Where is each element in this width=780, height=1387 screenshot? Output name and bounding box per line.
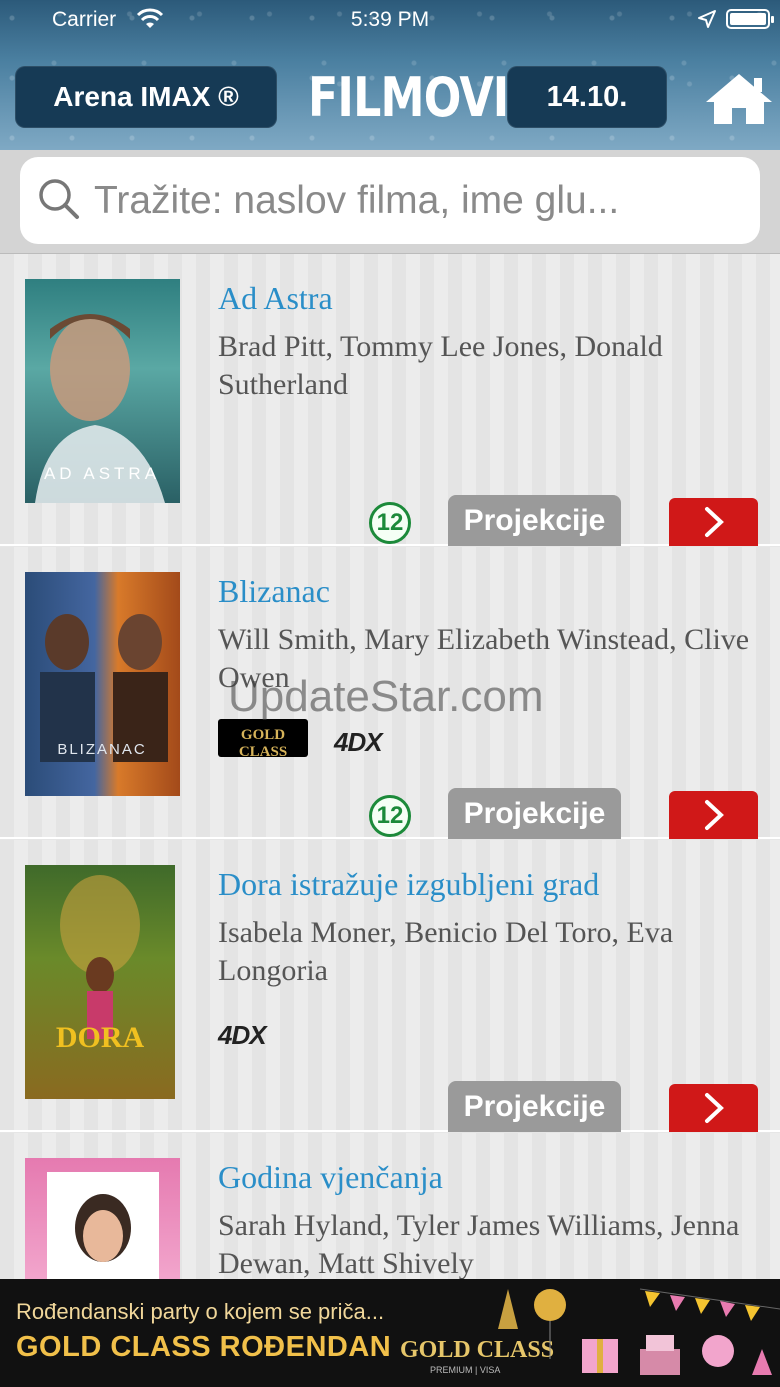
search-icon — [39, 179, 79, 219]
banner-tagline: Rođendanski party o kojem se priča... — [16, 1299, 385, 1324]
poster-title: AD ASTRA — [44, 464, 160, 483]
poster-title: BLIZANAC — [57, 741, 146, 758]
4dx-badge: 4DX — [334, 727, 383, 757]
movie-title[interactable]: Dora istražuje izgubljeni grad — [218, 866, 599, 903]
details-button[interactable] — [669, 791, 758, 839]
details-button[interactable] — [669, 498, 758, 546]
movie-title[interactable]: Blizanac — [218, 573, 330, 610]
goldclass-badge: GOLD CLASS — [218, 719, 308, 760]
projections-button[interactable]: Projekcije — [448, 1081, 621, 1132]
date-select-button[interactable]: 14.10. — [507, 66, 667, 128]
page-title: FILMOVI — [308, 66, 509, 129]
movie-cast: Sarah Hyland, Tyler James Williams, Jenn… — [218, 1209, 740, 1280]
movie-item[interactable]: DORA Dora istražuje izgubljeni grad Isab… — [0, 840, 780, 1132]
ad-banner[interactable]: Rođendanski party o kojem se priča... GO… — [0, 1279, 780, 1387]
poster-art — [47, 1172, 159, 1279]
movie-poster[interactable]: DORA — [25, 865, 175, 1099]
chevron-right-icon — [704, 1093, 724, 1123]
movie-cast: Isabela Moner, Benicio Del Toro, Eva Lon… — [218, 916, 674, 987]
battery-icon — [726, 9, 774, 29]
search-input[interactable] — [94, 172, 734, 230]
movie-poster[interactable]: BLIZANAC — [25, 572, 180, 796]
cinema-select-button[interactable]: Arena IMAX ® — [15, 66, 277, 128]
movie-item[interactable]: Godina vjenčanja Sarah Hyland, Tyler Jam… — [0, 1133, 780, 1280]
poster-art: DORA — [56, 875, 145, 1054]
party-decoration-icon — [498, 1288, 780, 1375]
projections-button[interactable]: Projekcije — [448, 788, 621, 839]
watermark: UpdateStar.com — [228, 672, 544, 721]
4dx-badge: 4DX — [218, 1020, 267, 1050]
chevron-right-icon — [704, 507, 724, 537]
age-rating-badge: 12 — [369, 795, 411, 837]
movie-poster[interactable]: AD ASTRA — [25, 279, 180, 503]
movie-title[interactable]: Godina vjenčanja — [218, 1159, 443, 1196]
projections-button[interactable]: Projekcije — [448, 495, 621, 546]
home-icon[interactable] — [704, 70, 774, 126]
poster-art: BLIZANAC — [40, 614, 168, 762]
poster-title: DORA — [56, 1021, 145, 1054]
poster-art: AD ASTRA — [35, 314, 165, 503]
movie-poster[interactable] — [25, 1158, 180, 1279]
movie-item[interactable]: AD ASTRA Ad Astra Brad Pitt, Tommy Lee J… — [0, 254, 780, 546]
movie-cast: Brad Pitt, Tommy Lee Jones, Donald Suthe… — [218, 330, 663, 401]
details-button[interactable] — [669, 1084, 758, 1132]
movie-title[interactable]: Ad Astra — [218, 280, 333, 317]
chevron-right-icon — [704, 800, 724, 830]
location-arrow-icon — [698, 10, 716, 28]
status-bar: Carrier 5:39 PM — [0, 0, 780, 40]
banner-headline: GOLD CLASS ROĐENDAN — [16, 1331, 392, 1363]
age-rating-badge: 12 — [369, 502, 411, 544]
app-header: Carrier 5:39 PM Arena IMAX ® FILMOVI 14.… — [0, 0, 780, 150]
status-time: 5:39 PM — [350, 8, 430, 31]
